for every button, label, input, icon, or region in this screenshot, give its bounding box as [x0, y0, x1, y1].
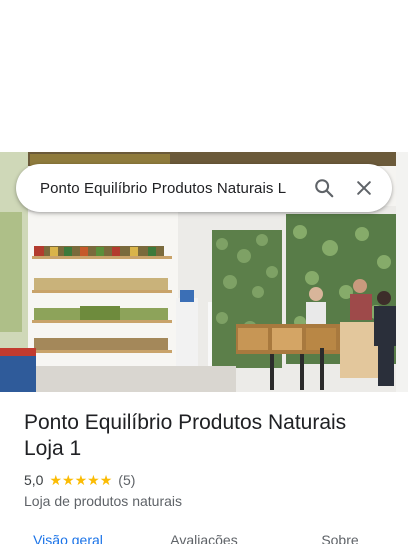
search-input[interactable]: Ponto Equilíbrio Produtos Naturais L: [40, 180, 304, 197]
star-icon: ★: [49, 472, 63, 488]
close-icon: [357, 181, 371, 195]
rating-row: 5,0 ★ ★ ★ ★ ★ (5): [24, 472, 135, 488]
tab-about[interactable]: Sobre: [272, 530, 408, 544]
rating-stars: ★ ★ ★ ★ ★: [49, 473, 112, 487]
star-icon: ★: [74, 472, 88, 488]
star-icon: ★: [99, 472, 113, 488]
clear-search-button[interactable]: [344, 168, 384, 208]
place-tabs: Visão geral Avaliações Sobre: [0, 530, 408, 544]
rating-value: 5,0: [24, 472, 44, 488]
tab-overview[interactable]: Visão geral: [0, 530, 136, 544]
review-count-link[interactable]: (5): [118, 472, 135, 488]
search-button[interactable]: [304, 168, 344, 208]
search-icon: [315, 179, 334, 198]
tab-reviews[interactable]: Avaliações: [136, 530, 272, 544]
place-name: Ponto Equilíbrio Produtos Naturais Loja …: [24, 411, 347, 460]
star-icon: ★: [87, 472, 100, 488]
place-category: Loja de produtos naturais: [24, 493, 182, 509]
map-area-blank: [0, 0, 408, 152]
search-bar[interactable]: Ponto Equilíbrio Produtos Naturais L: [16, 164, 392, 212]
star-icon: ★: [62, 472, 75, 488]
